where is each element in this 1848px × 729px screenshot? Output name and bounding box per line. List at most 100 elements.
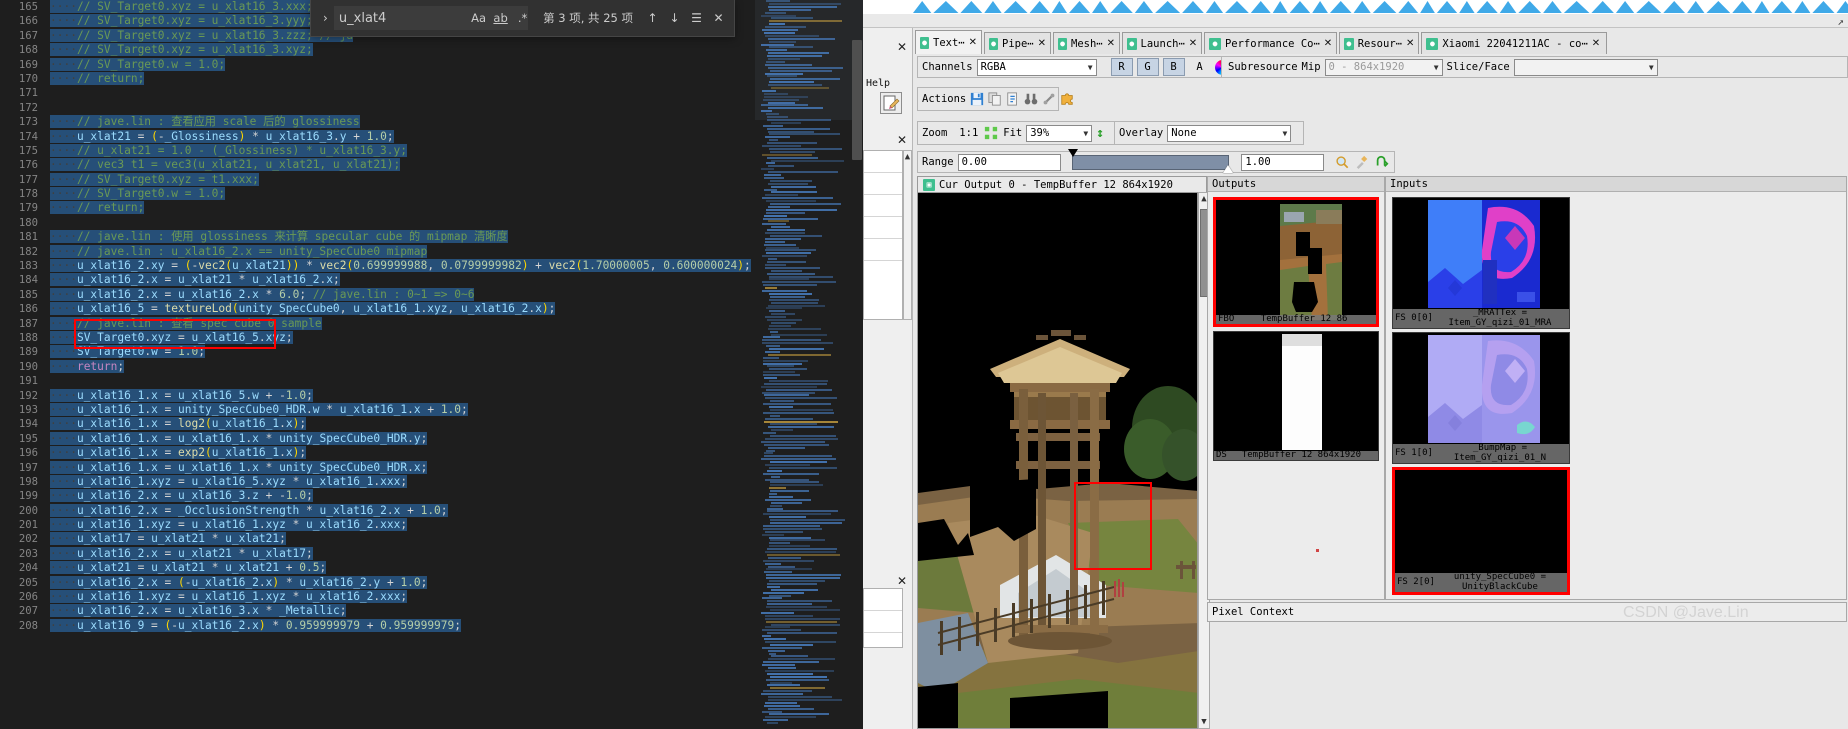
code-line[interactable]: 177 ····// SV_Target0.xyz = t1.xxx; <box>0 172 755 187</box>
tab-close-icon[interactable]: ✕ <box>1107 38 1115 49</box>
code-line[interactable]: 199 ····u_xlat16_2.x = u_xlat16_3.z + -1.… <box>0 489 755 503</box>
code-line[interactable]: 193 ····u_xlat16_1.x = unity_SpecCube0_HD… <box>0 402 755 417</box>
code-line[interactable]: 203 ····u_xlat16_2.x = u_xlat21 * u_xlat1… <box>0 546 755 561</box>
subresource-toolbar[interactable]: Subresource Mip 0 - 864x1920 ▼ Slice/Fac… <box>1221 56 1848 78</box>
open-icon[interactable] <box>1006 91 1020 108</box>
viewer-tab-header[interactable]: ▣ Cur Output 0 - TempBuffer 12 864x1920 <box>917 176 1207 192</box>
editor-scrollbar[interactable] <box>851 0 863 729</box>
zoom-one-to-one-button[interactable]: 1:1 <box>959 127 978 139</box>
renderdoc-tab-bar[interactable]: ● Text⋯ ✕ ● Pipe⋯ ✕ ● Mesh⋯ ✕ ● Launch⋯ ✕ ● Performan… <box>913 30 1848 54</box>
eyedropper-icon[interactable] <box>1354 154 1370 171</box>
code-line[interactable]: 191 <box>0 374 755 388</box>
input-thumbnail-speccube[interactable]: FS 2[0] unity_SpecCube0 = UnityBlackCube <box>1392 467 1570 595</box>
code-line[interactable]: 168 ····// SV_Target0.xyz = u_xlat16_3.xy… <box>0 43 755 57</box>
overlay-toolbar[interactable]: Overlay None ▼ <box>1114 121 1304 145</box>
code-line[interactable]: 201 ····u_xlat16_1.xyz = u_xlat16_1.xyz *… <box>0 518 755 532</box>
range-handle-right[interactable] <box>1223 164 1234 173</box>
tab-5[interactable]: ● Resour⋯ ✕ <box>1339 32 1420 54</box>
scroll-down-icon[interactable]: ▼ <box>1199 717 1209 727</box>
match-case-icon[interactable]: Aa <box>470 10 487 27</box>
find-widget[interactable]: › Aa ab .* 第 3 项, 共 25 项 ↑ ↓ ☰ ✕ <box>310 0 735 37</box>
code-line[interactable]: 186 ····u_xlat16_5 = textureLod(unity_Spe… <box>0 302 755 316</box>
puzzle-icon[interactable] <box>1060 91 1074 108</box>
secondary-close-icon[interactable]: ✕ <box>897 133 907 147</box>
code-line[interactable]: 184 ····u_xlat16_2.x = u_xlat21 * u_xlat1… <box>0 273 755 287</box>
stub-list-row[interactable] <box>864 173 902 195</box>
output-thumbnail-fbo[interactable]: FBO TempBuffer 12 86 <box>1213 197 1379 327</box>
save-icon[interactable] <box>970 91 984 108</box>
code-line[interactable]: 206 ····u_xlat16_1.xyz = u_xlat16_1.xyz *… <box>0 590 755 604</box>
code-line[interactable]: 200 ····u_xlat16_2.x = _OcclusionStrength… <box>0 503 755 518</box>
channel-r-button[interactable]: R <box>1110 58 1133 76</box>
code-line[interactable]: 172 <box>0 101 755 115</box>
stub-list-row[interactable] <box>864 195 902 217</box>
tertiary-close-icon[interactable]: ✕ <box>897 574 907 588</box>
code-line[interactable]: 183 ····u_xlat16_2.xy = (-vec2(u_xlat21))… <box>0 259 755 273</box>
code-line[interactable]: 178 ····// SV_Target0.w = 1.0; <box>0 187 755 201</box>
code-line[interactable]: 185 ····u_xlat16_2.x = u_xlat16_2.x * 6.0… <box>0 287 755 302</box>
stub-scrollbar[interactable]: ▲ <box>903 150 912 320</box>
code-line[interactable]: 173 ····// jave.lin : 查看应用 scale 后的 gloss… <box>0 115 755 129</box>
code-line[interactable]: 197 ····u_xlat16_1.x = u_xlat16_1.x * uni… <box>0 460 755 475</box>
code-line[interactable]: 198 ····u_xlat16_1.xyz = u_xlat16_5.xyz *… <box>0 474 755 489</box>
code-line[interactable]: 176 ····// vec3 t1 = vec3(u_xlat21, u_xla… <box>0 158 755 172</box>
stub-list-row[interactable] <box>864 217 902 239</box>
code-line[interactable]: 180 <box>0 216 755 230</box>
tab-close-icon[interactable]: ✕ <box>1038 38 1046 49</box>
eid-timeline-strip[interactable] <box>863 0 1848 14</box>
binoculars-icon[interactable] <box>1024 91 1038 108</box>
tab-2[interactable]: ● Mesh⋯ ✕ <box>1053 32 1120 54</box>
find-previous-icon[interactable]: ↑ <box>643 9 662 28</box>
code-line[interactable]: 179 ····// return; <box>0 201 755 215</box>
fit-icon[interactable] <box>982 125 999 142</box>
code-line[interactable]: 169 ····// SV_Target0.w = 1.0; <box>0 57 755 72</box>
tab-close-icon[interactable]: ✕ <box>1592 38 1600 49</box>
scroll-up-icon[interactable]: ▲ <box>904 152 911 162</box>
match-whole-word-icon[interactable]: ab <box>492 10 509 27</box>
channel-g-button[interactable]: G <box>1136 58 1159 76</box>
stub-list-row[interactable] <box>864 151 902 173</box>
copy-icon[interactable] <box>988 91 1002 108</box>
stub-list-row[interactable] <box>864 611 902 633</box>
channel-a-button[interactable]: A <box>1188 58 1211 76</box>
channels-select[interactable]: RGBA ▼ <box>976 58 1097 76</box>
tab-6[interactable]: ● Xiaomi 22041211AC - co⋯ ✕ <box>1421 32 1608 54</box>
range-min-input[interactable]: 0.00 <box>957 153 1062 171</box>
use-regex-icon[interactable]: .* <box>514 10 531 27</box>
code-line[interactable]: 194 ····u_xlat16_1.x = log2(u_xlat16_1.x)… <box>0 417 755 431</box>
editor-minimap[interactable] <box>755 0 863 729</box>
code-line[interactable]: 190 ····return; <box>0 359 755 374</box>
stub-list-row[interactable] <box>864 239 902 261</box>
panel-close-icon[interactable]: ✕ <box>897 40 907 54</box>
magnifier-icon[interactable] <box>1334 154 1350 171</box>
tab-close-icon[interactable]: ✕ <box>1189 38 1197 49</box>
channel-b-button[interactable]: B <box>1162 58 1185 76</box>
code-text-area[interactable]: 165 ····// SV_Target0.xyz = u_xlat16_3.xx… <box>0 0 755 729</box>
code-line[interactable]: 195 ····u_xlat16_1.x = u_xlat16_1.x * uni… <box>0 431 755 446</box>
texture-viewer-canvas[interactable] <box>917 192 1198 729</box>
overlay-select[interactable]: None ▼ <box>1167 124 1292 142</box>
find-options[interactable]: Aa ab .* <box>470 10 531 27</box>
code-line[interactable]: 204 ····u_xlat21 = u_xlat21 * u_xlat21 + … <box>0 561 755 575</box>
code-line[interactable]: 181 ····// jave.lin : 使用 glossiness 来计算 s… <box>0 230 755 244</box>
mip-select[interactable]: 0 - 864x1920 ▼ <box>1324 58 1443 76</box>
flip-vertical-icon[interactable]: ↕ <box>1096 126 1104 141</box>
code-line[interactable]: 196 ····u_xlat16_1.x = exp2(u_xlat16_1.x)… <box>0 446 755 460</box>
find-buttons[interactable]: ↑ ↓ ☰ ✕ <box>643 9 728 28</box>
fit-label[interactable]: Fit <box>1003 127 1022 139</box>
tab-0[interactable]: ● Text⋯ ✕ <box>915 30 982 54</box>
zoom-select[interactable]: 39% ▼ <box>1026 124 1093 142</box>
slice-face-select[interactable]: ▼ <box>1513 58 1658 76</box>
tab-4[interactable]: ● Performance Co⋯ ✕ <box>1204 32 1338 54</box>
code-line[interactable]: 202 ····u_xlat17 = u_xlat21 * u_xlat21; <box>0 532 755 546</box>
actions-toolbar[interactable]: Actions <box>917 87 1073 111</box>
code-line[interactable]: 205 ····u_xlat16_2.x = (-u_xlat16_2.x) * … <box>0 575 755 590</box>
tab-1[interactable]: ● Pipe⋯ ✕ <box>984 32 1051 54</box>
link-icon[interactable] <box>1042 91 1056 108</box>
code-line[interactable]: 208 ····u_xlat16_9 = (-u_xlat16_2.x) * 0.… <box>0 618 755 633</box>
stub-list[interactable] <box>863 150 903 320</box>
code-line[interactable]: 171 <box>0 86 755 100</box>
find-in-selection-icon[interactable]: ☰ <box>687 9 706 28</box>
range-handle-left[interactable] <box>1068 148 1079 157</box>
reset-icon[interactable] <box>1374 154 1390 171</box>
